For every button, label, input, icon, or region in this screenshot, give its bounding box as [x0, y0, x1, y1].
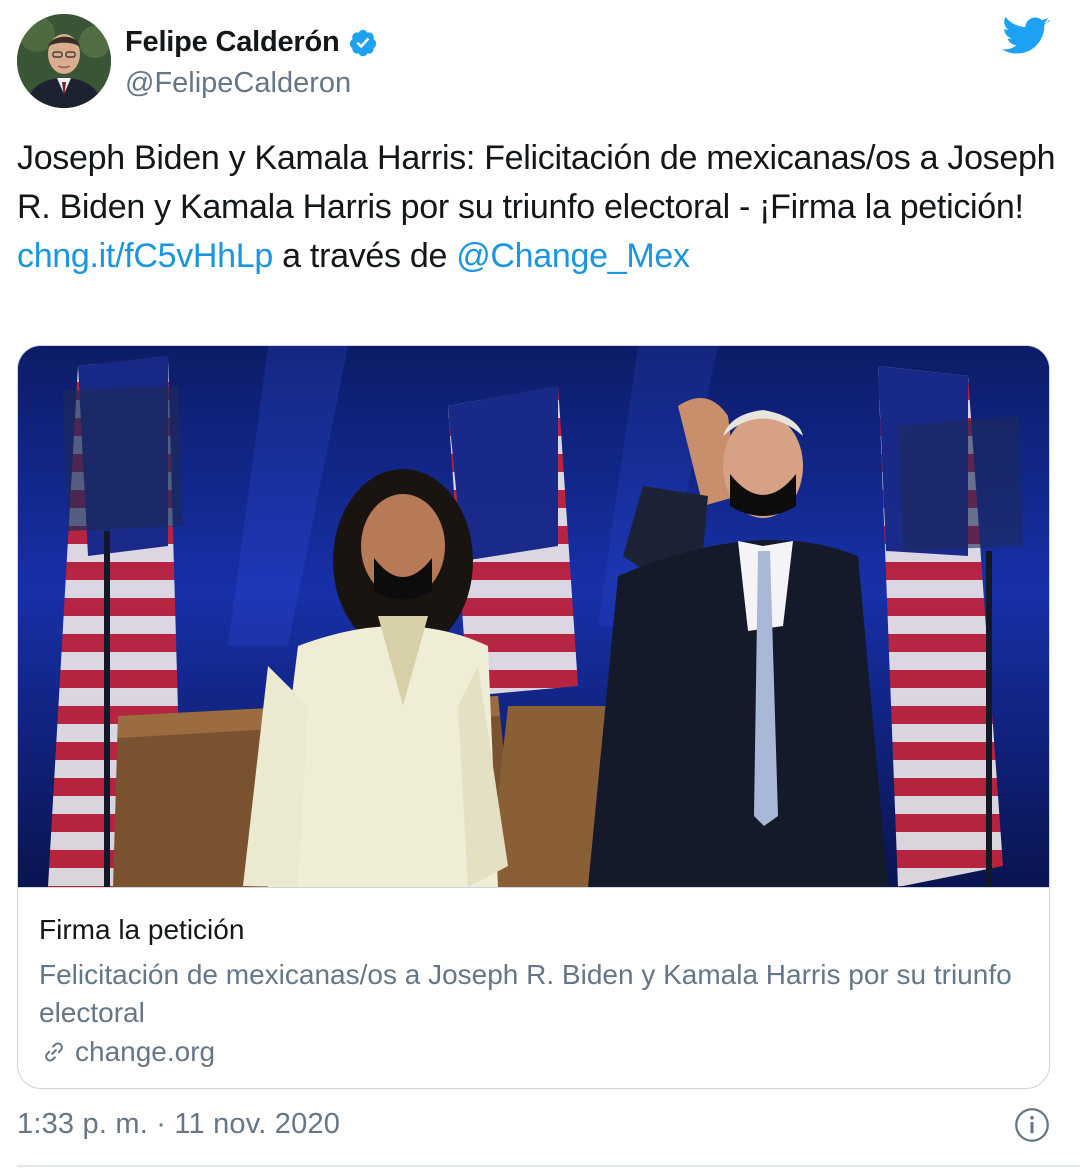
tweet-text-part1: Joseph Biden y Kamala Harris: Felicitaci…: [17, 139, 1056, 226]
tweet: Felipe Calderón @FelipeCalderon Joseph B…: [0, 0, 1080, 1170]
card-photo[interactable]: [18, 346, 1049, 887]
tweet-link[interactable]: chng.it/fC5vHhLp: [17, 237, 273, 275]
tweet-text: Joseph Biden y Kamala Harris: Felicitaci…: [17, 134, 1057, 281]
card-info[interactable]: Firma la petición Felicitación de mexica…: [18, 887, 1049, 1067]
twitter-bird-icon[interactable]: [1002, 16, 1050, 58]
link-icon: [45, 1042, 63, 1062]
tweet-mention[interactable]: @Change_Mex: [456, 237, 690, 275]
info-icon[interactable]: [1014, 1107, 1050, 1143]
display-name[interactable]: Felipe Calderón: [125, 26, 340, 59]
avatar[interactable]: [17, 14, 111, 108]
link-card[interactable]: Firma la petición Felicitación de mexica…: [17, 345, 1050, 1089]
tweet-timestamp[interactable]: 1:33 p. m. · 11 nov. 2020: [17, 1108, 340, 1141]
card-domain-row: change.org: [39, 1036, 215, 1068]
bottom-divider: [17, 1165, 1080, 1167]
card-description: Felicitación de mexicanas/os a Joseph R.…: [39, 959, 1012, 1028]
author-name-row[interactable]: Felipe Calderón: [125, 26, 378, 59]
user-handle[interactable]: @FelipeCalderon: [125, 67, 351, 100]
verified-badge-icon: [349, 29, 376, 56]
card-domain: change.org: [75, 1036, 216, 1067]
tweet-text-part2: a través de: [273, 237, 457, 275]
card-title: Firma la petición: [39, 914, 245, 945]
